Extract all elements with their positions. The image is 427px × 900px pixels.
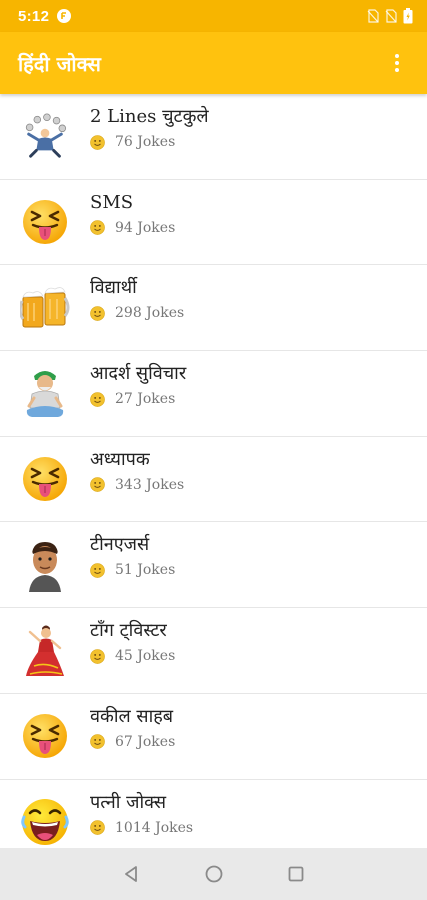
list-item-title: टीनएजर्स [90,534,150,556]
smiley-icon [90,648,105,664]
laughing-emoji-icon [20,797,70,847]
list-item-text: अध्यापक 343 Jokes [90,447,184,493]
beer-mugs-icon [20,283,70,333]
list-item-count: 76 Jokes [90,134,209,150]
list-item[interactable]: टीनएजर्स 51 Jokes [0,522,427,609]
smiley-icon [90,563,105,578]
smiley-icon [90,477,105,493]
app-notification-icon [57,9,72,23]
status-time: 5:12 [18,7,50,25]
tongue-out-emoji-icon [20,197,70,247]
list-item-title: SMS [90,191,134,213]
tongue-out-emoji-icon [20,711,70,761]
list-item-text: विद्यार्थी 298 Jokes [90,275,184,321]
list-item[interactable]: 2 Lines चुटकुले 76 Jokes [0,94,427,180]
list-item-title: पत्नी जोक्स [90,791,167,813]
joke-count: 67 Jokes [115,733,176,750]
no-sim-icon [385,9,397,23]
list-item-text: आदर्श सुविचार 27 Jokes [90,361,186,407]
smiley-icon [90,306,105,321]
tongue-out-emoji-icon [20,454,70,504]
list-item-count: 45 Jokes [90,648,175,664]
battery-icon [403,8,413,24]
list-item-text: वकील साहब 67 Jokes [90,704,175,750]
list-item-title: विद्यार्थी [90,277,137,299]
joke-count: 51 Jokes [115,562,176,579]
list-item-text: 2 Lines चुटकुले 76 Jokes [90,104,209,150]
list-item[interactable]: विद्यार्थी 298 Jokes [0,265,427,352]
list-item[interactable]: अध्यापक 343 Jokes [0,437,427,523]
joke-count: 1014 Jokes [115,819,194,836]
list-item[interactable]: SMS 94 Jokes [0,180,427,266]
smiley-icon [90,220,105,235]
list-item-count: 51 Jokes [90,562,175,578]
list-item-text: टाँग ट्विस्टर 45 Jokes [90,618,175,664]
list-item[interactable]: टाँग ट्विस्टर 45 Jokes [0,608,427,694]
status-icons [367,8,413,24]
navigation-bar [0,848,427,900]
list-item-title: 2 Lines चुटकुले [90,106,209,127]
more-vert-icon[interactable] [385,43,409,83]
smiley-icon [90,820,105,835]
back-icon[interactable] [122,864,142,884]
joke-count: 94 Jokes [115,219,176,236]
juggler-icon [20,111,70,161]
list-item[interactable]: वकील साहब 67 Jokes [0,694,427,780]
sitting-man-icon [20,368,70,418]
no-sim-icon [367,9,379,23]
boy-avatar-icon [20,540,70,592]
list-item-title: आदर्श सुविचार [90,363,187,385]
list-item-count: 67 Jokes [90,734,175,750]
list-item-count: 94 Jokes [90,220,175,236]
joke-count: 27 Jokes [115,391,176,408]
list-item-title: वकील साहब [90,705,174,727]
home-icon[interactable] [204,864,224,884]
joke-count: 45 Jokes [115,648,176,665]
category-list[interactable]: 2 Lines चुटकुले 76 Jokes SMS 94 Jokes वि… [0,94,427,848]
smiley-icon [90,134,105,150]
woman-dancer-icon [20,625,70,677]
app-bar: हिंदी जोक्स [0,32,427,94]
list-item-title: टाँग ट्विस्टर [90,620,167,642]
list-item-count: 27 Jokes [90,391,186,407]
list-item[interactable]: आदर्श सुविचार 27 Jokes [0,351,427,437]
list-item-text: SMS 94 Jokes [90,190,175,236]
joke-count: 76 Jokes [115,134,176,150]
joke-count: 343 Jokes [115,476,185,493]
status-bar: 5:12 [0,0,427,32]
smiley-icon [90,734,105,750]
recents-icon[interactable] [286,864,306,884]
list-item-count: 1014 Jokes [90,820,193,836]
list-item-title: अध्यापक [90,448,150,470]
list-item-text: टीनएजर्स 51 Jokes [90,532,175,578]
smiley-icon [90,391,105,407]
list-item-text: पत्नी जोक्स 1014 Jokes [90,790,193,836]
list-item[interactable]: पत्नी जोक्स 1014 Jokes [0,780,427,849]
app-title: हिंदी जोक्स [18,51,101,76]
list-item-count: 298 Jokes [90,305,184,321]
joke-count: 298 Jokes [115,305,185,322]
list-item-count: 343 Jokes [90,477,184,493]
